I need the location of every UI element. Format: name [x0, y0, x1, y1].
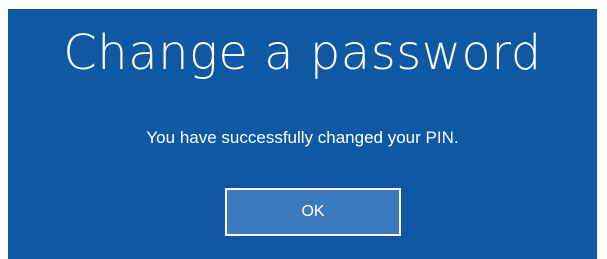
dialog-window: Change a password You have successfully … [0, 0, 607, 259]
dialog-title: Change a password [63, 25, 542, 81]
dialog-panel: Change a password You have successfully … [8, 9, 597, 259]
status-message: You have successfully changed your PIN. [146, 128, 459, 147]
ok-button[interactable]: OK [225, 188, 401, 236]
